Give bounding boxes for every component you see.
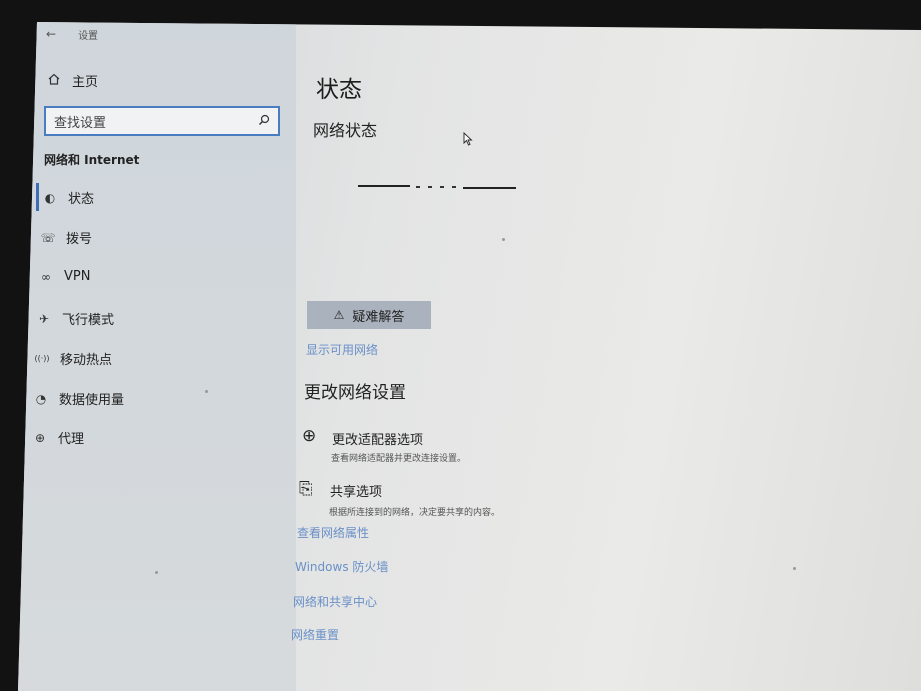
page-title: 状态	[316, 77, 362, 103]
dialup-icon: ☏	[40, 230, 56, 245]
search-icon[interactable]	[258, 114, 270, 129]
show-available-networks-link[interactable]: 显示可用网络	[306, 341, 378, 358]
sidebar-item-home[interactable]: 主页	[46, 71, 98, 90]
settings-window: ← 设置 主页 查找设置 网络和 Internet ◐ 状态 ☏ 拨号 ∞ VP…	[18, 22, 921, 691]
airplane-icon: ✈	[38, 311, 50, 326]
network-status-heading: 网络状态	[313, 121, 378, 140]
sidebar-item-label: 代理	[58, 432, 85, 447]
active-indicator	[36, 183, 39, 211]
proxy-icon: ⊕	[34, 430, 46, 445]
connection-dash	[440, 186, 444, 188]
vpn-icon: ∞	[41, 269, 51, 284]
sidebar-item-label: 飞行模式	[62, 313, 115, 328]
option-title: 共享选项	[330, 485, 383, 500]
connection-line-left	[358, 185, 410, 187]
sidebar-item-label: 数据使用量	[59, 393, 125, 408]
sidebar: ← 设置 主页 查找设置 网络和 Internet ◐ 状态 ☏ 拨号 ∞ VP…	[18, 22, 296, 691]
screen-speck	[502, 238, 505, 241]
windows-firewall-link[interactable]: Windows 防火墙	[295, 558, 388, 575]
sidebar-item-label: 拨号	[66, 232, 93, 247]
status-icon: ◐	[44, 190, 56, 205]
sharing-icon: ⎘	[299, 479, 313, 499]
connection-dash	[428, 186, 432, 188]
view-network-properties-link[interactable]: 查看网络属性	[297, 524, 369, 541]
sidebar-item-label: 状态	[68, 192, 95, 207]
sidebar-item-label: 移动热点	[60, 353, 113, 368]
home-icon	[46, 73, 62, 88]
mouse-pointer-icon	[463, 131, 473, 150]
title-bar: ← 设置	[46, 26, 98, 42]
warning-icon: ⚠	[333, 308, 345, 322]
sidebar-item-data-usage[interactable]: ◔ 数据使用量	[33, 389, 125, 409]
network-sharing-center-link[interactable]: 网络和共享中心	[293, 593, 377, 610]
search-placeholder: 查找设置	[54, 115, 107, 131]
option-description: 查看网络适配器并更改连接设置。	[331, 454, 467, 464]
connection-dash	[452, 186, 456, 188]
sidebar-item-airplane-mode[interactable]: ✈ 飞行模式	[36, 309, 115, 329]
screen-speck	[793, 567, 796, 570]
option-description: 根据所连接到的网络，决定要共享的内容。	[329, 508, 501, 518]
sidebar-item-label: 主页	[72, 75, 99, 90]
section-heading: 网络和 Internet	[44, 153, 140, 167]
screen-speck	[155, 571, 158, 574]
adapter-icon: ⊕	[302, 426, 317, 446]
sidebar-item-vpn[interactable]: ∞ VPN	[38, 269, 90, 284]
screen-speck	[205, 390, 208, 393]
sidebar-item-status[interactable]: ◐ 状态	[42, 188, 95, 208]
connection-dash	[416, 186, 420, 188]
option-title: 更改适配器选项	[332, 433, 424, 448]
back-arrow-icon[interactable]: ←	[46, 27, 56, 41]
network-reset-link[interactable]: 网络重置	[291, 626, 339, 643]
hotspot-icon: ((·))	[34, 354, 50, 363]
troubleshoot-button[interactable]: ⚠ 疑难解答	[307, 301, 431, 329]
sidebar-item-dialup[interactable]: ☏ 拨号	[40, 228, 93, 248]
connection-line-right	[463, 187, 516, 189]
troubleshoot-button-label: 疑难解答	[352, 309, 405, 325]
change-network-settings-heading: 更改网络设置	[304, 383, 406, 403]
sidebar-item-label: VPN	[64, 269, 91, 284]
sidebar-item-mobile-hotspot[interactable]: ((·)) 移动热点	[34, 349, 112, 368]
search-input[interactable]: 查找设置	[44, 106, 280, 136]
window-title: 设置	[78, 30, 99, 42]
data-usage-icon: ◔	[35, 391, 47, 406]
sidebar-item-proxy[interactable]: ⊕ 代理	[32, 428, 85, 448]
